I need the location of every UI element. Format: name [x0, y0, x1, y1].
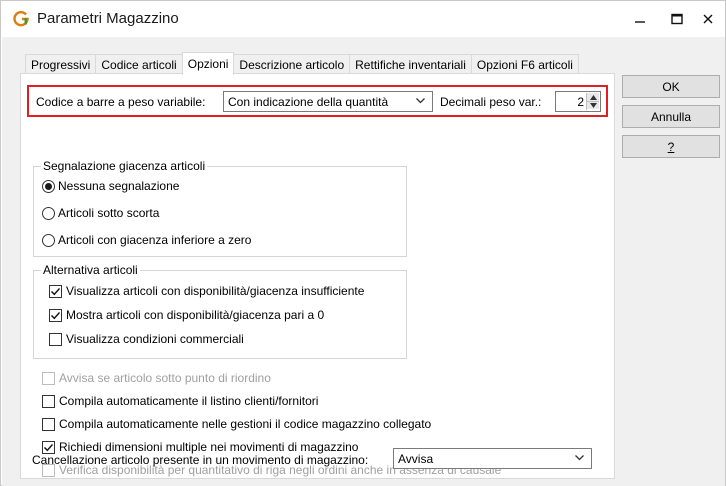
barcode-mode-select[interactable]: Con indicazione della quantità	[223, 91, 433, 112]
maximize-button[interactable]	[667, 9, 687, 29]
chevron-down-icon	[416, 98, 425, 104]
minimize-icon	[635, 21, 645, 23]
checkbox-unchecked-icon	[42, 394, 55, 408]
barcode-label: Codice a barre a peso variabile:	[36, 95, 206, 109]
option-label: Mostra articoli con disponibilità/giacen…	[66, 308, 325, 322]
title-bar: Parametri Magazzino	[1, 1, 725, 37]
tab-descrizione-articolo[interactable]: Descrizione articolo	[233, 54, 351, 74]
delete-policy-value: Avvisa	[398, 451, 434, 466]
group-title: Alternativa articoli	[41, 263, 140, 277]
triangle-up-icon	[589, 94, 597, 100]
option-label: Compila automaticamente il listino clien…	[59, 394, 319, 408]
checkbox-unchecked-icon	[42, 371, 55, 385]
decimals-stepper[interactable]: 2	[555, 91, 601, 112]
checkbox-checked-icon	[49, 308, 62, 322]
tab-label: Progressivi	[31, 57, 91, 72]
maximize-icon	[671, 13, 683, 25]
stepper-up-button[interactable]	[587, 93, 599, 101]
tab-label: Codice articoli	[101, 57, 177, 72]
option-label: Richiedi dimensioni multiple nei movimen…	[59, 440, 359, 454]
checkbox-checked-icon	[42, 440, 55, 454]
tab-panel-opzioni: Codice a barre a peso variabile: Con ind…	[20, 73, 615, 479]
tab-codice-articoli[interactable]: Codice articoli	[95, 54, 183, 74]
radio-empty-icon	[42, 233, 55, 247]
group-title: Segnalazione giacenza articoli	[41, 159, 208, 173]
delete-policy-select[interactable]: Avvisa	[393, 448, 592, 469]
tab-opzioni-f6-articoli[interactable]: Opzioni F6 articoli	[470, 54, 579, 74]
option-label: Nessuna segnalazione	[58, 179, 180, 193]
radio-selected-icon	[42, 179, 55, 193]
option-label: Avvisa se articolo sotto punto di riordi…	[59, 371, 271, 385]
tab-label: Opzioni F6 articoli	[476, 57, 573, 72]
button-label: OK	[662, 79, 680, 94]
help-button[interactable]: ?	[622, 135, 720, 158]
button-label: Annulla	[650, 109, 692, 124]
option-label: Visualizza condizioni commerciali	[66, 332, 244, 346]
radio-articoli-sotto-scorta[interactable]: Articoli sotto scorta	[42, 206, 159, 220]
tab-rettifiche-inventariali[interactable]: Rettifiche inventariali	[349, 54, 472, 74]
cancel-button[interactable]: Annulla	[622, 105, 720, 128]
option-label: Visualizza articoli con disponibilità/gi…	[66, 284, 365, 298]
tab-progressivi[interactable]: Progressivi	[25, 54, 97, 74]
dialog-window: Parametri Magazzino Progressivi Codice a…	[0, 0, 726, 486]
check-compila-codice-collegato[interactable]: Compila automaticamente nelle gestioni i…	[42, 417, 431, 431]
radio-nessuna-segnalazione[interactable]: Nessuna segnalazione	[42, 179, 179, 193]
checkbox-checked-icon	[49, 284, 62, 298]
window-title: Parametri Magazzino	[37, 10, 179, 27]
option-label: Articoli sotto scorta	[58, 206, 160, 220]
check-visualizza-insufficiente[interactable]: Visualizza articoli con disponibilità/gi…	[49, 284, 364, 298]
check-avvisa-punto-riordino[interactable]: Avvisa se articolo sotto punto di riordi…	[42, 371, 271, 385]
tab-label: Rettifiche inventariali	[355, 57, 466, 72]
dialog-client-area: Progressivi Codice articoli Opzioni Desc…	[2, 37, 725, 486]
decimals-value: 2	[577, 95, 584, 109]
decimals-label: Decimali peso var.:	[440, 95, 542, 109]
stepper-arrows	[586, 93, 599, 110]
checkbox-unchecked-icon	[42, 417, 55, 431]
minimize-button[interactable]	[630, 9, 650, 29]
triangle-down-icon	[589, 103, 597, 108]
g-logo-icon	[13, 10, 29, 27]
ok-button[interactable]: OK	[622, 75, 720, 98]
tab-label: Opzioni	[187, 57, 229, 71]
radio-giacenza-inferiore-zero[interactable]: Articoli con giacenza inferiore a zero	[42, 233, 251, 247]
check-mostra-pari-zero[interactable]: Mostra articoli con disponibilità/giacen…	[49, 308, 324, 322]
chevron-down-icon	[575, 455, 584, 461]
delete-policy-label: Cancellazione articolo presente in un mo…	[32, 453, 369, 467]
tab-strip: Progressivi Codice articoli Opzioni Desc…	[25, 52, 579, 75]
button-label: ?	[667, 139, 675, 154]
tab-label: Descrizione articolo	[239, 57, 345, 72]
option-label: Compila automaticamente nelle gestioni i…	[59, 417, 432, 431]
check-compila-listino[interactable]: Compila automaticamente il listino clien…	[42, 394, 318, 408]
check-condizioni-commerciali[interactable]: Visualizza condizioni commerciali	[49, 332, 244, 346]
close-button[interactable]	[698, 9, 718, 29]
radio-empty-icon	[42, 206, 55, 220]
checkbox-unchecked-icon	[49, 332, 62, 346]
barcode-mode-value: Con indicazione della quantità	[228, 94, 389, 109]
option-label: Articoli con giacenza inferiore a zero	[58, 233, 252, 247]
tab-opzioni[interactable]: Opzioni	[181, 52, 235, 75]
check-dimensioni-multiple[interactable]: Richiedi dimensioni multiple nei movimen…	[42, 440, 358, 454]
stepper-down-button[interactable]	[587, 101, 599, 109]
close-icon	[703, 14, 713, 24]
